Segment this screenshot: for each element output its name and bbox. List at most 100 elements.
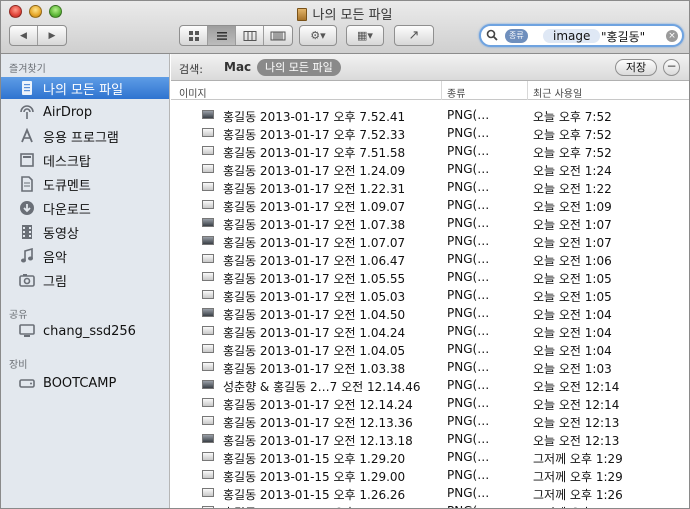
column-divider[interactable] xyxy=(527,81,528,100)
share-button[interactable]: ↗ xyxy=(394,25,434,46)
file-row[interactable]: 홍길동 2013-01-17 오전 1.09.07 PNG(… 오늘 오전 1:09 xyxy=(171,196,689,214)
file-row[interactable]: 홍길동 2013-01-17 오전 1.04.50 PNG(… 오늘 오전 1:04 xyxy=(171,304,689,322)
forward-button[interactable]: ▶ xyxy=(38,26,66,45)
sidebar-item-label: 응용 프로그램 xyxy=(43,130,119,146)
file-row[interactable]: 홍길동 2013-01-17 오후 7.52.41 PNG(… 오늘 오후 7:52 xyxy=(171,106,689,124)
all-files-title-icon xyxy=(297,8,308,21)
file-kind: PNG(… xyxy=(447,252,490,266)
airdrop-icon xyxy=(19,104,35,120)
arrange-menu-button[interactable]: ▦▾ xyxy=(346,25,384,46)
file-row[interactable]: 홍길동 2013-01-17 오전 1.07.38 PNG(… 오늘 오전 1:07 xyxy=(171,214,689,232)
png-file-icon xyxy=(202,182,214,191)
search-kind-token[interactable]: 종류 xyxy=(505,29,528,43)
sidebar-item-music[interactable]: 음악 xyxy=(1,245,169,267)
list-view-button[interactable] xyxy=(208,26,236,45)
search-kind-value-token[interactable]: image xyxy=(543,29,601,43)
file-name: 홍길동 2013-01-15 오후 1.26.26 xyxy=(223,488,406,502)
file-row[interactable]: 홍길동 2013-01-17 오전 12.13.18 PNG(… 오늘 오전 12:… xyxy=(171,430,689,448)
file-row[interactable]: 홍길동 2013-01-17 오전 1.06.47 PNG(… 오늘 오전 1:06 xyxy=(171,250,689,268)
scope-all-files-button[interactable]: 나의 모든 파일 xyxy=(257,59,341,76)
search-field[interactable]: 종류 image "홍길동" × xyxy=(479,24,684,47)
sidebar-item-pictures[interactable]: 그림 xyxy=(1,269,169,291)
png-file-icon xyxy=(202,218,214,227)
sidebar-item-desktop[interactable]: 데스크탑 xyxy=(1,149,169,171)
movies-icon xyxy=(19,224,35,240)
column-header-name[interactable]: 이미지 xyxy=(179,85,207,100)
sidebar-item-label: 동영상 xyxy=(43,226,79,242)
file-row[interactable]: 홍길동 2013-01-17 오전 12.13.36 PNG(… 오늘 오전 12:… xyxy=(171,412,689,430)
file-row[interactable]: 홍길동 2013-01-15 오후 1.26.19 PNG(… 그저께 오후 1:2… xyxy=(171,502,689,508)
file-row[interactable]: 홍길동 2013-01-17 오전 1.04.05 PNG(… 오늘 오전 1:04 xyxy=(171,340,689,358)
sidebar-item-label: AirDrop xyxy=(43,104,93,120)
file-row[interactable]: 홍길동 2013-01-17 오후 7.52.33 PNG(… 오늘 오후 7:52 xyxy=(171,124,689,142)
sidebar-devices-header: 장비 xyxy=(9,360,28,371)
png-file-icon xyxy=(202,200,214,209)
back-button[interactable]: ◀ xyxy=(10,26,38,45)
arrange-icon: ▦▾ xyxy=(357,29,373,42)
file-last-opened: 오늘 오전 1:24 xyxy=(533,164,612,178)
sidebar-item-applications[interactable]: 응용 프로그램 xyxy=(1,125,169,147)
search-query-text[interactable]: "홍길동" xyxy=(601,28,645,45)
file-last-opened: 오늘 오후 7:52 xyxy=(533,146,612,160)
sidebar-item-airdrop[interactable]: AirDrop xyxy=(1,101,169,123)
file-name: 홍길동 2013-01-17 오전 1.22.31 xyxy=(223,182,406,196)
png-file-icon xyxy=(202,398,214,407)
file-kind: PNG(… xyxy=(447,360,490,374)
gear-icon: ⚙▾ xyxy=(310,29,326,42)
finder-window: 나의 모든 파일 ◀ ▶ ⚙▾ ▦▾ ↗ 종류 image "홍길동" × 즐겨… xyxy=(0,0,690,509)
column-view-button[interactable] xyxy=(236,26,264,45)
sidebar-item-label: 도큐멘트 xyxy=(43,178,91,194)
file-row[interactable]: 홍길동 2013-01-17 오후 7.51.58 PNG(… 오늘 오후 7:52 xyxy=(171,142,689,160)
column-divider[interactable] xyxy=(441,81,442,100)
action-menu-button[interactable]: ⚙▾ xyxy=(299,25,337,46)
file-row[interactable]: 성춘향 & 홍길동 2…7 오전 12.14.46 PNG(… 오늘 오전 12:1… xyxy=(171,376,689,394)
file-row[interactable]: 홍길동 2013-01-17 오전 1.07.07 PNG(… 오늘 오전 1:07 xyxy=(171,232,689,250)
forward-arrow-icon: ▶ xyxy=(48,30,56,41)
downloads-icon xyxy=(19,200,35,216)
sidebar-favorites-header: 즐겨찾기 xyxy=(9,64,46,75)
file-row[interactable]: 홍길동 2013-01-17 오전 1.04.24 PNG(… 오늘 오전 1:04 xyxy=(171,322,689,340)
sidebar-item-bootcamp[interactable]: BOOTCAMP xyxy=(1,372,169,394)
file-name: 홍길동 2013-01-15 오후 1.29.20 xyxy=(223,452,406,466)
sidebar-item-documents[interactable]: 도큐멘트 xyxy=(1,173,169,195)
file-row[interactable]: 홍길동 2013-01-17 오전 1.03.38 PNG(… 오늘 오전 1:03 xyxy=(171,358,689,376)
window-title: 나의 모든 파일 xyxy=(1,4,689,23)
file-name: 홍길동 2013-01-17 오전 1.04.24 xyxy=(223,326,406,340)
icon-view-button[interactable] xyxy=(180,26,208,45)
file-name: 홍길동 2013-01-17 오전 1.24.09 xyxy=(223,164,406,178)
file-kind: PNG(… xyxy=(447,504,489,508)
cover-flow-icon xyxy=(270,31,286,40)
file-name: 홍길동 2013-01-17 오전 1.06.47 xyxy=(223,254,406,268)
column-header-kind[interactable]: 종류 xyxy=(447,85,465,100)
sidebar-item-downloads[interactable]: 다운로드 xyxy=(1,197,169,219)
file-row[interactable]: 홍길동 2013-01-15 오후 1.29.20 PNG(… 그저께 오후 1:2… xyxy=(171,448,689,466)
view-mode-control xyxy=(179,25,293,46)
file-row[interactable]: 홍길동 2013-01-17 오전 1.24.09 PNG(… 오늘 오전 1:24 xyxy=(171,160,689,178)
desktop-icon xyxy=(19,152,35,168)
file-name: 홍길동 2013-01-17 오전 1.09.07 xyxy=(223,200,406,214)
file-kind: PNG(… xyxy=(447,288,490,302)
png-file-icon xyxy=(202,164,214,173)
save-search-button[interactable]: 저장 xyxy=(615,59,657,76)
column-header-date[interactable]: 최근 사용일 xyxy=(533,85,582,100)
png-file-icon xyxy=(202,434,214,443)
sidebar-item-all-my-files[interactable]: 나의 모든 파일 xyxy=(1,77,169,99)
file-row[interactable]: 홍길동 2013-01-17 오전 12.14.24 PNG(… 오늘 오전 12:… xyxy=(171,394,689,412)
file-row[interactable]: 홍길동 2013-01-15 오후 1.26.26 PNG(… 그저께 오후 1:2… xyxy=(171,484,689,502)
file-row[interactable]: 홍길동 2013-01-17 오전 1.05.03 PNG(… 오늘 오전 1:05 xyxy=(171,286,689,304)
file-kind: PNG(… xyxy=(447,270,490,284)
file-name: 홍길동 2013-01-17 오후 7.51.58 xyxy=(223,146,406,160)
file-name: 홍길동 2013-01-17 오전 1.04.05 xyxy=(223,344,406,358)
sidebar-item-movies[interactable]: 동영상 xyxy=(1,221,169,243)
search-scope-bar: 검색: Mac 나의 모든 파일 저장 − xyxy=(171,54,689,81)
clear-search-icon[interactable]: × xyxy=(666,30,678,42)
file-row[interactable]: 홍길동 2013-01-15 오후 1.29.00 PNG(… 그저께 오후 1:2… xyxy=(171,466,689,484)
cover-flow-button[interactable] xyxy=(264,26,292,45)
scope-mac-button[interactable]: Mac xyxy=(224,60,251,74)
file-row[interactable]: 홍길동 2013-01-17 오전 1.22.31 PNG(… 오늘 오전 1:22 xyxy=(171,178,689,196)
file-last-opened: 오늘 오전 1:04 xyxy=(533,308,612,322)
file-kind: PNG(… xyxy=(447,216,490,230)
sidebar-item-chang-ssd256[interactable]: chang_ssd256 xyxy=(1,320,169,342)
file-row[interactable]: 홍길동 2013-01-17 오전 1.05.55 PNG(… 오늘 오전 1:05 xyxy=(171,268,689,286)
remove-criteria-button[interactable]: − xyxy=(663,59,680,76)
